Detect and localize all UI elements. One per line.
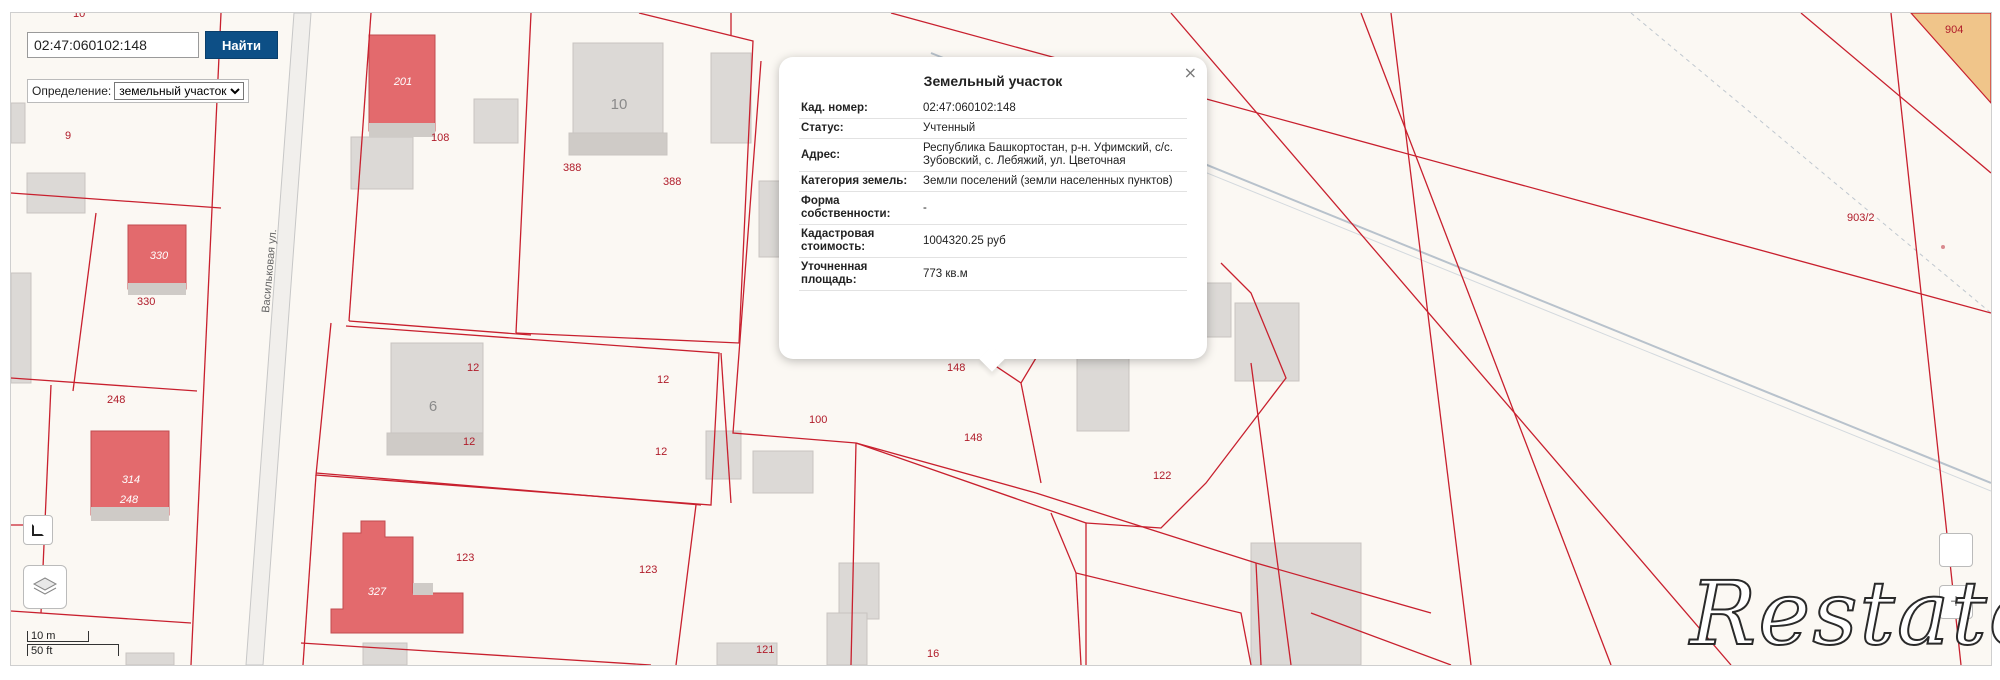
popup-row: Форма собственности: - [799, 191, 1187, 225]
search-button[interactable]: Найти [205, 31, 278, 59]
popup-row: Адрес: Республика Башкортостан, р-н. Уфим… [799, 138, 1187, 172]
plot-label: 904 [1945, 24, 1963, 36]
popup-row-value: Земли поселений (земли населенных пункто… [921, 171, 1187, 192]
popup-row: Статус: Учтенный [799, 118, 1187, 139]
popup-row-key: Уточненная площадь: [799, 257, 921, 291]
popup-row: Уточненная площадь: 773 кв.м [799, 257, 1187, 291]
building-label: 330 [150, 250, 169, 262]
plot-label: 9 [65, 130, 71, 142]
plot-label: 123 [639, 564, 657, 576]
plot-label: 10 [73, 13, 85, 20]
parcel-info-table: Кад. номер: 02:47:060102:148 Статус: Учтенн… [799, 99, 1187, 291]
plot-label: 123 [456, 552, 474, 564]
popup-row-value: 773 кв.м [921, 257, 1187, 291]
watermark-logo: Restate [1689, 562, 2000, 665]
plot-label: 903/2 [1847, 212, 1875, 224]
plot-label: 16 [927, 648, 939, 660]
popup-row-value: Республика Башкортостан, р-н. Уфимский, … [921, 138, 1187, 172]
popup-row-key: Кадастровая стоимость: [799, 224, 921, 258]
plot-label: 12 [467, 362, 479, 374]
popup-title: Земельный участок [923, 73, 1063, 89]
popup-row-key: Адрес: [799, 138, 921, 172]
plot-label: 330 [137, 296, 155, 308]
popup-row: Категория земель: Земли поселений (земли … [799, 171, 1187, 192]
plot-label: 108 [431, 132, 449, 144]
popup-content[interactable]: Кад. номер: 02:47:060102:148 Статус: Учтенн… [799, 99, 1187, 329]
building-label: 6 [429, 398, 437, 415]
popup-row-value: 02:47:060102:148 [921, 99, 1187, 119]
layers-icon [32, 577, 58, 595]
plot-label: 12 [463, 436, 475, 448]
definition-select[interactable]: земельный участок [114, 82, 245, 100]
definition-control: Определение: земельный участок [27, 79, 250, 103]
plot-label: 12 [657, 374, 669, 386]
definition-label: Определение: [32, 84, 112, 98]
plot-label: 388 [663, 176, 681, 188]
popup-row-key: Кад. номер: [799, 99, 921, 119]
popup-row-key: Форма собственности: [799, 191, 921, 225]
plot-label: 12 [655, 446, 667, 458]
fullscreen-icon [32, 524, 44, 536]
plot-label: 248 [107, 394, 125, 406]
parcel-info-popup: × Земельный участок Кад. номер: 02:47:060… [779, 57, 1207, 372]
building-label: 10 [611, 96, 628, 113]
building-label: 314 [122, 474, 140, 486]
scale-imperial: 50 ft [27, 644, 119, 657]
scale-bar: 10 m 50 ft [27, 631, 119, 657]
plot-label: 121 [756, 644, 774, 656]
plot-label: 388 [563, 162, 581, 174]
popup-row-value: - [921, 191, 1187, 225]
plot-label: 148 [947, 362, 965, 374]
plot-label: 122 [1153, 470, 1171, 482]
fullscreen-button[interactable] [23, 515, 53, 545]
popup-row: Кадастровая стоимость: 1004320.25 руб [799, 224, 1187, 258]
building-label: 248 [119, 494, 139, 506]
popup-row-value: 1004320.25 руб [921, 224, 1187, 258]
cadastral-number-input[interactable] [27, 32, 199, 58]
popup-row-key: Категория земель: [799, 171, 921, 192]
plot-label: 148 [964, 432, 982, 444]
popup-row: Кад. номер: 02:47:060102:148 [799, 99, 1187, 119]
plot-label: 100 [809, 414, 827, 426]
street-road [245, 13, 312, 665]
popup-row-value: Учтенный [921, 118, 1187, 139]
building-label: 327 [368, 586, 387, 598]
close-icon[interactable]: × [1184, 63, 1197, 82]
scale-metric: 10 m [27, 631, 89, 642]
popup-row-key: Статус: [799, 118, 921, 139]
layers-button[interactable] [23, 565, 67, 609]
building-label: 201 [393, 76, 412, 88]
cadastral-search: Найти [27, 31, 278, 59]
